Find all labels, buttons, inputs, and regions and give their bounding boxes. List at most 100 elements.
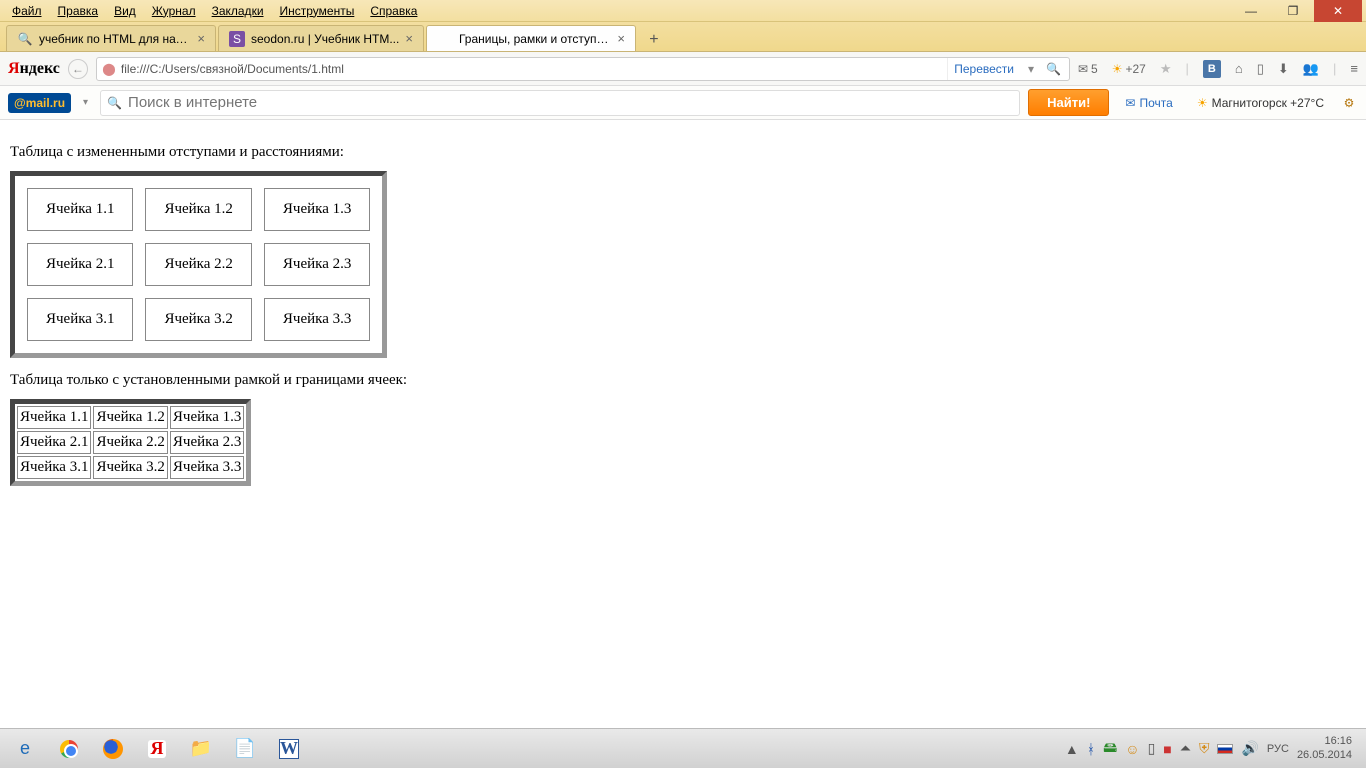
- mail-link[interactable]: ✉Почта: [1117, 96, 1180, 110]
- page-content: Таблица с измененными отступами и рассто…: [0, 120, 1366, 717]
- find-button[interactable]: Найти!: [1028, 89, 1109, 116]
- language-indicator[interactable]: РУС: [1267, 743, 1289, 755]
- friends-icon[interactable]: 👥: [1303, 61, 1319, 77]
- toolbar-icons: ✉ 5 ☀ +27 ★ | B ⌂ ▯ ⬇ 👥 | ≡: [1078, 60, 1358, 78]
- close-icon[interactable]: ×: [405, 31, 413, 46]
- cell: Ячейка 1.2: [93, 406, 167, 429]
- search-icon[interactable]: 🔍: [1042, 62, 1065, 76]
- cell: Ячейка 1.1: [17, 406, 91, 429]
- cell: Ячейка 3.2: [93, 456, 167, 479]
- cell: Ячейка 3.1: [17, 456, 91, 479]
- cell: Ячейка 3.3: [170, 456, 244, 479]
- mail-icon: ✉: [1125, 96, 1135, 110]
- menu-tools[interactable]: Инструменты: [272, 2, 363, 20]
- menubar: Файл Правка Вид Журнал Закладки Инструме…: [0, 0, 1366, 22]
- minimize-button[interactable]: —: [1230, 0, 1272, 22]
- sun-icon: ☀: [1197, 96, 1208, 110]
- volume-icon[interactable]: 🔊: [1241, 740, 1258, 757]
- tab-bar: 🔍 учебник по HTML для начи... × S seodon…: [0, 22, 1366, 52]
- tab-2-active[interactable]: Границы, рамки и отступы та... ×: [426, 25, 636, 51]
- close-icon[interactable]: ×: [617, 31, 625, 46]
- menu-file[interactable]: Файл: [4, 2, 50, 20]
- search-icon: 🔍: [107, 96, 122, 110]
- cell: Ячейка 3.1: [27, 298, 133, 341]
- tab-title: Границы, рамки и отступы та...: [459, 32, 611, 46]
- home-icon[interactable]: ⌂: [1235, 61, 1243, 76]
- mailru-search-input[interactable]: [128, 91, 1013, 115]
- star-icon[interactable]: ★: [1160, 61, 1172, 77]
- cell: Ячейка 2.3: [170, 431, 244, 454]
- clock[interactable]: 16:16 26.05.2014: [1297, 735, 1358, 761]
- favicon-icon: [437, 31, 453, 47]
- new-tab-button[interactable]: +: [642, 29, 666, 51]
- shield-icon[interactable]: ⛨: [1199, 740, 1210, 757]
- tab-0[interactable]: 🔍 учебник по HTML для начи... ×: [6, 25, 216, 51]
- separator: |: [1333, 61, 1336, 76]
- close-icon[interactable]: ×: [197, 31, 205, 46]
- address-toolbar: Яндекс ← ⬤ Перевести ▾ 🔍 ✉ 5 ☀ +27 ★ | B…: [0, 52, 1366, 86]
- wifi-icon[interactable]: ⏶: [1180, 740, 1191, 757]
- back-button[interactable]: ←: [68, 59, 88, 79]
- menu-history[interactable]: Журнал: [144, 2, 204, 20]
- separator: |: [1186, 61, 1189, 76]
- menu-edit[interactable]: Правка: [50, 2, 107, 20]
- ie-icon[interactable]: e: [4, 732, 46, 766]
- menu-view[interactable]: Вид: [106, 2, 144, 20]
- cell: Ячейка 1.3: [264, 188, 370, 231]
- tab-title: учебник по HTML для начи...: [39, 32, 191, 46]
- battery-icon[interactable]: ▯: [1148, 740, 1156, 757]
- tab-1[interactable]: S seodon.ru | Учебник HTM... ×: [218, 25, 424, 51]
- bluetooth-icon[interactable]: ᚼ: [1087, 741, 1095, 757]
- cell: Ячейка 2.1: [17, 431, 91, 454]
- gear-icon[interactable]: ⚙: [1340, 94, 1358, 112]
- caption-2: Таблица только с установленными рамкой и…: [10, 372, 1356, 389]
- time: 16:16: [1297, 735, 1352, 748]
- weather-city[interactable]: ☀Магнитогорск +27°C: [1189, 96, 1332, 110]
- download-icon[interactable]: ⬇: [1278, 61, 1289, 77]
- site-identity-icon[interactable]: ⬤: [101, 61, 117, 77]
- table-row: Ячейка 1.1 Ячейка 1.2 Ячейка 1.3: [17, 406, 244, 429]
- disk-icon[interactable]: 🖴: [1103, 737, 1117, 761]
- sun-icon: ☀: [1112, 62, 1123, 76]
- flag-icon[interactable]: [1217, 744, 1233, 754]
- word-icon[interactable]: W: [268, 732, 310, 766]
- close-button[interactable]: ✕: [1314, 0, 1362, 22]
- mailru-toolbar: @mail.ru ▾ 🔍 Найти! ✉Почта ☀Магнитогорск…: [0, 86, 1366, 120]
- chrome-icon[interactable]: [48, 732, 90, 766]
- translate-button[interactable]: Перевести: [947, 58, 1020, 80]
- system-tray: ▲ ᚼ 🖴 ☺ ▯ ■ ⏶ ⛨ 🔊 РУС 16:16 26.05.2014: [1061, 735, 1362, 761]
- maximize-button[interactable]: ❐: [1272, 0, 1314, 22]
- cell: Ячейка 2.2: [145, 243, 251, 286]
- menu-bookmarks[interactable]: Закладки: [204, 2, 272, 20]
- url-field[interactable]: ⬤ Перевести ▾ 🔍: [96, 57, 1070, 81]
- hamburger-menu-icon[interactable]: ≡: [1350, 61, 1358, 76]
- yandex-logo[interactable]: Яндекс: [8, 60, 60, 78]
- smiley-icon[interactable]: ☺: [1125, 741, 1139, 757]
- reading-icon[interactable]: ▯: [1257, 61, 1264, 77]
- table-row: Ячейка 3.1 Ячейка 3.2 Ячейка 3.3: [27, 298, 370, 341]
- weather-indicator[interactable]: ☀ +27: [1112, 62, 1146, 76]
- dash-icon[interactable]: ■: [1163, 741, 1171, 757]
- mail-indicator[interactable]: ✉ 5: [1078, 62, 1098, 76]
- mailru-search-field[interactable]: 🔍: [100, 90, 1020, 116]
- mailru-dropdown-icon[interactable]: ▾: [79, 97, 92, 108]
- tray-up-icon[interactable]: ▲: [1065, 741, 1079, 757]
- menu-help[interactable]: Справка: [362, 2, 425, 20]
- cell: Ячейка 2.2: [93, 431, 167, 454]
- notes-icon[interactable]: 📄: [224, 732, 266, 766]
- vk-icon[interactable]: B: [1203, 60, 1221, 78]
- cell: Ячейка 1.2: [145, 188, 251, 231]
- table-row: Ячейка 2.1 Ячейка 2.2 Ячейка 2.3: [27, 243, 370, 286]
- taskbar: e Я 📁 📄 W ▲ ᚼ 🖴 ☺ ▯ ■ ⏶ ⛨ 🔊 РУС 16:16 26…: [0, 728, 1366, 768]
- cell: Ячейка 1.1: [27, 188, 133, 231]
- mailru-logo[interactable]: @mail.ru: [8, 93, 71, 113]
- mail-icon: ✉: [1078, 62, 1088, 76]
- cell: Ячейка 3.3: [264, 298, 370, 341]
- url-input[interactable]: [121, 58, 943, 80]
- cell: Ячейка 2.3: [264, 243, 370, 286]
- explorer-icon[interactable]: 📁: [180, 732, 222, 766]
- yandex-icon[interactable]: Я: [136, 732, 178, 766]
- caption-1: Таблица с измененными отступами и рассто…: [10, 144, 1356, 161]
- firefox-icon[interactable]: [92, 732, 134, 766]
- url-dropdown-icon[interactable]: ▾: [1024, 62, 1038, 76]
